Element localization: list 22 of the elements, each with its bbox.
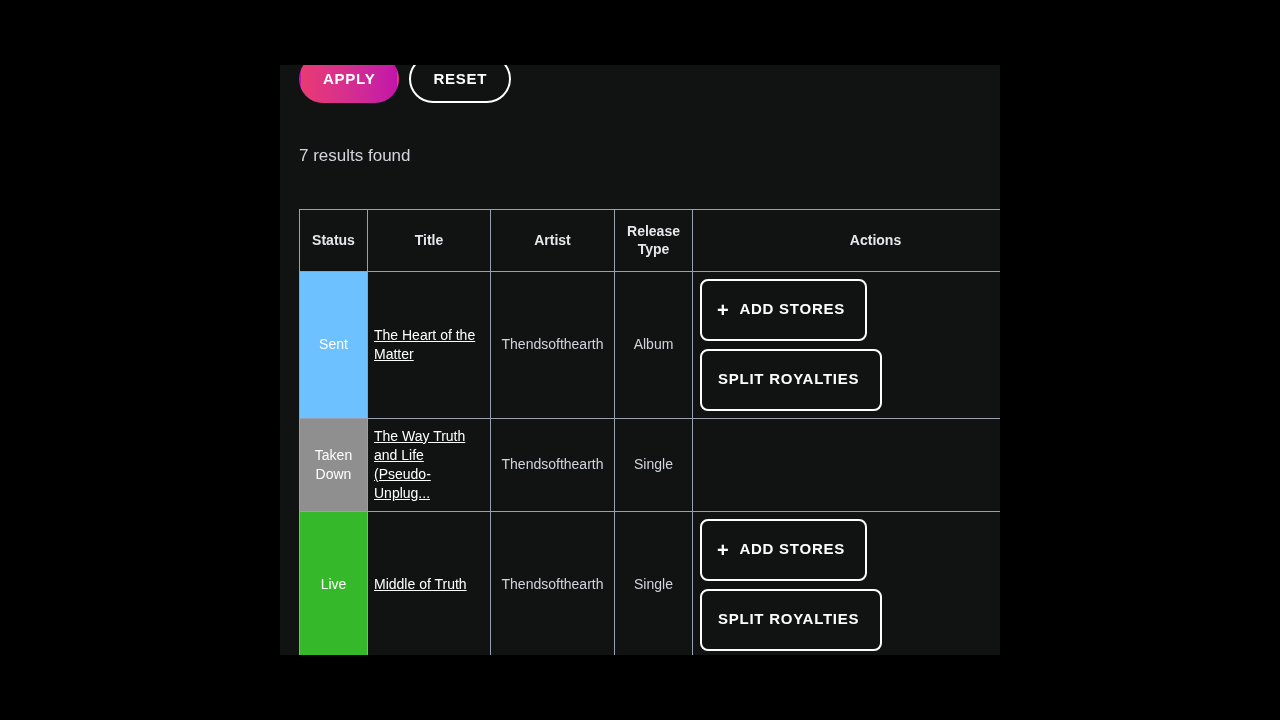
apply-button[interactable]: APPLY	[299, 65, 400, 103]
title-link[interactable]: Middle of Truth	[374, 575, 484, 594]
column-header: Status	[312, 232, 355, 248]
split-royalties-button[interactable]: SPLIT ROYALTIES	[700, 348, 882, 411]
release-type-text: Album	[633, 336, 674, 352]
split-royalties-button[interactable]: SPLIT ROYALTIES	[700, 588, 882, 651]
add-stores-button[interactable]: + ADD STORES	[700, 518, 867, 581]
column-header: Title	[414, 232, 444, 248]
status-cell: Taken Down	[299, 418, 368, 511]
release-type-text: Single	[634, 456, 673, 472]
column-header: Actions	[849, 232, 902, 248]
status-cell: Live	[299, 511, 368, 655]
artist-text: Thendsofthearth	[501, 576, 604, 592]
column-header: Artist	[534, 232, 571, 248]
artist-text: Thendsofthearth	[501, 336, 604, 352]
status-cell: Sent	[299, 271, 368, 418]
artist-text: Thendsofthearth	[501, 456, 604, 472]
column-header: Release Type	[627, 223, 680, 257]
release-type-text: Single	[634, 576, 673, 592]
add-stores-button[interactable]: + ADD STORES	[700, 278, 867, 341]
results-count: 7 results found	[299, 145, 411, 167]
reset-button[interactable]: RESET	[409, 65, 512, 103]
